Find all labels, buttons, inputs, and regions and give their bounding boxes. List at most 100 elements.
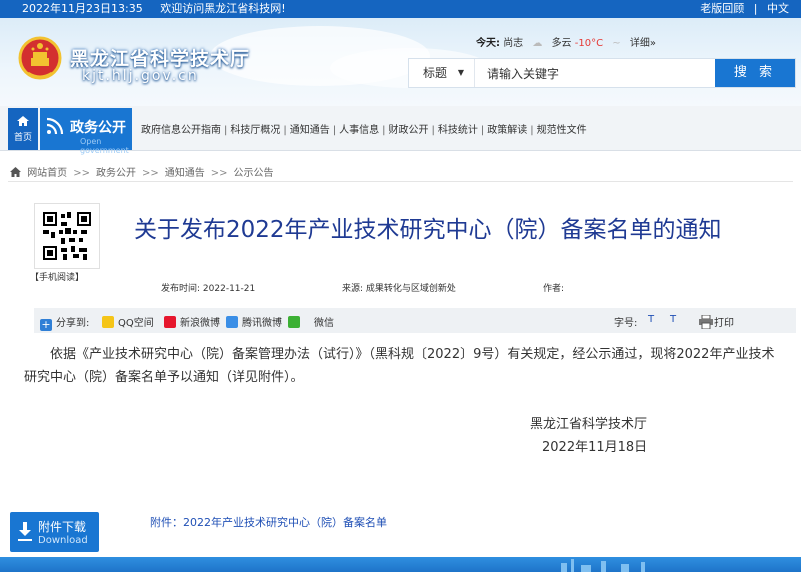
- search-button[interactable]: 搜 索: [715, 59, 795, 87]
- nav-separator: |: [332, 125, 337, 136]
- download-icon: [18, 522, 32, 541]
- download-sub: Download: [38, 535, 88, 546]
- top-bar-left: 2022年11月23日13:35 欢迎访问黑龙江省科技网!: [22, 0, 300, 18]
- font-size-label: 字号:: [614, 318, 638, 329]
- publish-meta: 发布时间: 2022-11-21: [161, 281, 255, 294]
- source-meta: 来源: 成果转化与区域创新处: [342, 281, 456, 294]
- nav-link-finance[interactable]: 财政公开: [389, 125, 429, 136]
- qr-code-icon: [43, 212, 91, 260]
- chevron-down-icon: ▼: [457, 68, 464, 77]
- mobile-read-label: 【手机阅读】: [30, 273, 85, 283]
- share-wechat[interactable]: 微信: [288, 314, 334, 329]
- weather-cloud-icon: ☁: [532, 38, 543, 49]
- article-body: 依据《产业技术研究中心（院）备案管理办法（试行）》（黑科规〔2022〕9号）有关…: [24, 347, 775, 385]
- author-label: 作者:: [543, 284, 565, 294]
- qr-code-box: [34, 203, 100, 269]
- old-version-link[interactable]: 老版回顾: [700, 2, 744, 15]
- breadcrumb-separator: >>: [73, 168, 90, 179]
- signature-date: 2022年11月18日: [542, 440, 648, 455]
- weather-condition: 多云: [551, 38, 572, 49]
- weather-temp: -10°C: [574, 38, 604, 49]
- font-size-small-button[interactable]: T: [670, 314, 676, 325]
- nav-link-overview[interactable]: 科技厅概况: [230, 125, 280, 136]
- search-category-value: 标题: [423, 66, 448, 80]
- footer-strip: [0, 557, 801, 572]
- print-button[interactable]: 打印: [698, 314, 734, 330]
- share-bar: + 分享到: QQ空间 新浪微博 腾讯微博 微信 字号: T T 打印: [34, 308, 796, 333]
- nav-separator: |: [480, 125, 485, 136]
- source-value: 成果转化与区域创新处: [365, 284, 456, 294]
- current-datetime: 2022年11月23日13:35: [22, 2, 143, 15]
- gov-open-sub: Open government: [80, 137, 129, 155]
- breadcrumb: 网站首页 >> 政务公开 >> 通知通告 >> 公示公告: [10, 164, 273, 179]
- weather-temp-sep: ~: [612, 38, 621, 49]
- share-tencent-weibo[interactable]: 腾讯微博: [226, 314, 282, 329]
- share-qzone-label: QQ空间: [118, 318, 154, 329]
- sina-weibo-icon: [164, 316, 176, 328]
- article-title: 关于发布2022年产业技术研究中心（院）备案名单的通知: [134, 217, 722, 243]
- breadcrumb-announcements[interactable]: 公示公告: [233, 168, 273, 179]
- breadcrumb-separator: >>: [210, 168, 228, 179]
- nav-separator: |: [283, 125, 287, 136]
- skyline-decoration-icon: [561, 559, 645, 572]
- top-bar: 2022年11月23日13:35 欢迎访问黑龙江省科技网! 老版回顾 | 中文: [0, 0, 801, 18]
- share-label-item: + 分享到:: [40, 314, 89, 331]
- chinese-link[interactable]: 中文: [767, 2, 789, 15]
- share-sina-weibo[interactable]: 新浪微博: [164, 314, 220, 329]
- share-tencent-label: 腾讯微博: [242, 318, 282, 329]
- share-wechat-label: 微信: [314, 318, 334, 329]
- search-category-select[interactable]: 标题 ▼: [409, 59, 475, 87]
- breadcrumb-notices[interactable]: 通知通告: [165, 168, 205, 179]
- author-meta: 作者:: [543, 281, 564, 294]
- attachment-link[interactable]: 附件：2022年产业技术研究中心（院）备案名单: [150, 514, 387, 530]
- wechat-icon: [288, 316, 300, 328]
- gov-open-tab[interactable]: 政务公开 Open government: [40, 108, 132, 155]
- search-box: 标题 ▼ 搜 索: [408, 58, 796, 89]
- nav-link-personnel[interactable]: 人事信息: [339, 125, 379, 136]
- home-tab-label: 首页: [13, 133, 32, 143]
- nav-separator: |: [431, 125, 435, 136]
- font-size-large-button[interactable]: T: [648, 314, 654, 325]
- top-bar-right: 老版回顾 | 中文: [700, 0, 789, 18]
- site-domain: kjt.hlj.gov.cn: [82, 68, 199, 84]
- nav-link-notices[interactable]: 通知通告: [290, 125, 330, 136]
- rss-icon: [46, 117, 64, 135]
- breadcrumb-divider: [8, 181, 793, 182]
- site-title[interactable]: 黑龙江省科学技术厅: [70, 44, 250, 71]
- nav-link-policy[interactable]: 政策解读: [487, 125, 527, 136]
- share-sina-label: 新浪微博: [180, 318, 220, 329]
- national-emblem-icon[interactable]: [18, 36, 62, 84]
- signature-org: 黑龙江省科学技术厅: [530, 417, 648, 432]
- printer-icon: [699, 314, 713, 330]
- site-header: 黑龙江省科学技术厅 kjt.hlj.gov.cn 今天: 尚志 ☁ 多云 -10…: [0, 18, 801, 106]
- nav-separator: |: [224, 125, 228, 136]
- download-label: 附件下载: [38, 520, 87, 534]
- weather-detail-link[interactable]: 详细»: [630, 38, 656, 49]
- nav-link-statistics[interactable]: 科技统计: [438, 125, 478, 136]
- weather-today-label: 今天:: [476, 38, 500, 49]
- nav-separator: |: [382, 125, 386, 136]
- nav-link-regulations[interactable]: 规范性文件: [537, 125, 587, 136]
- plus-icon: +: [40, 318, 52, 331]
- home-tab[interactable]: 首页: [8, 108, 38, 150]
- nav-separator: |: [530, 125, 534, 136]
- home-icon: [10, 167, 21, 177]
- publish-label: 发布时间:: [161, 284, 201, 294]
- nav-links: 政府信息公开指南 | 科技厅概况 | 通知通告 | 人事信息 | 财政公开 | 科技统计 | 政策解读 |…: [141, 121, 587, 136]
- share-qzone[interactable]: QQ空间: [102, 314, 154, 329]
- qzone-icon: [102, 316, 114, 328]
- nav-link-guide[interactable]: 政府信息公开指南: [141, 125, 221, 136]
- main-nav: 首页 政务公开 Open government 政府信息公开指南 | 科技厅概况 | 通…: [0, 106, 801, 155]
- weather-city: 尚志: [503, 38, 524, 49]
- attachment-download-button[interactable]: 附件下载 Download: [10, 512, 99, 552]
- breadcrumb-home[interactable]: 网站首页: [27, 168, 67, 179]
- breadcrumb-gov-open[interactable]: 政务公开: [96, 168, 136, 179]
- source-label: 来源:: [342, 284, 364, 294]
- gov-open-label: 政务公开: [70, 120, 126, 136]
- search-input[interactable]: [485, 59, 717, 89]
- weather-widget: 今天: 尚志 ☁ 多云 -10°C ~ 详细»: [476, 34, 656, 49]
- tencent-weibo-icon: [226, 316, 238, 328]
- share-label: 分享到:: [56, 318, 90, 329]
- welcome-text: 欢迎访问黑龙江省科技网!: [160, 2, 286, 15]
- publish-date: 2022-11-21: [202, 284, 256, 294]
